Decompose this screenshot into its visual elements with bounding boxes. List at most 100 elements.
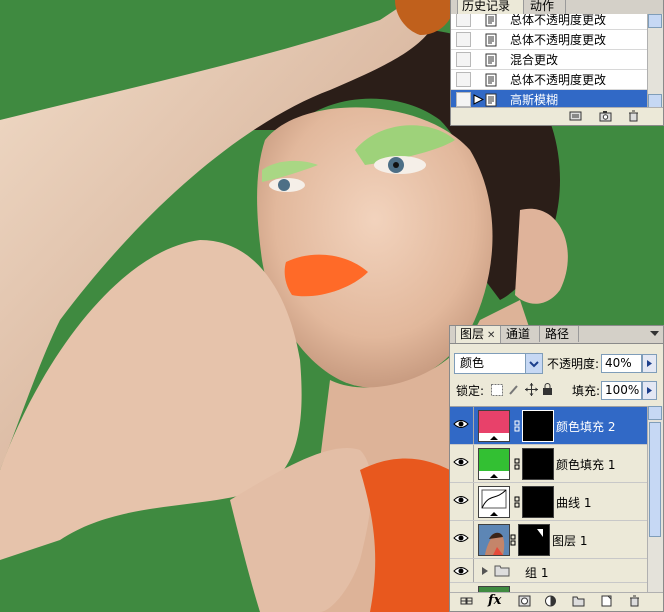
scroll-up-button[interactable] [648, 14, 662, 28]
link-icon[interactable] [514, 420, 520, 432]
blend-mode-select[interactable]: 颜色 [454, 353, 543, 374]
layer-color-thumbnail[interactable] [478, 410, 510, 442]
chevron-down-icon[interactable] [525, 354, 542, 373]
history-item[interactable]: 总体不透明度更改 [451, 14, 647, 30]
document-icon [485, 93, 497, 107]
tab-actions[interactable]: 动作 [526, 0, 566, 14]
layer-options: 颜色 不透明度: 40% 锁定: 填充: 100% [450, 344, 663, 404]
tab-layers[interactable]: 图层 ✕ [455, 326, 501, 343]
camera-icon[interactable] [599, 110, 612, 122]
document-icon [485, 14, 497, 27]
divider [473, 559, 474, 582]
opacity-label: 不透明度: [547, 357, 600, 371]
tab-history[interactable]: 历史记录✕ [457, 0, 524, 29]
scroll-up-button[interactable] [648, 406, 662, 420]
history-footer [451, 107, 663, 125]
tab-channels[interactable]: 通道 [502, 326, 540, 342]
add-mask-icon[interactable] [518, 595, 531, 607]
lock-label: 锁定: [456, 384, 485, 398]
history-item-label: 总体不透明度更改 [510, 14, 607, 27]
layer-row[interactable]: 图层 1 [450, 521, 648, 559]
image-layer-thumbnail[interactable] [478, 524, 510, 556]
eye-icon[interactable] [453, 564, 469, 578]
layer-row[interactable]: 颜色填充 1 [450, 445, 648, 483]
lock-position-icon[interactable] [525, 383, 538, 396]
opacity-slider-button[interactable] [642, 354, 657, 373]
divider [473, 521, 474, 558]
history-snapshot-checkbox[interactable] [456, 92, 471, 107]
fill-slider-button[interactable] [642, 381, 657, 400]
layer-mask-thumbnail[interactable] [522, 410, 554, 442]
layer-name: 颜色填充 1 [556, 458, 616, 472]
history-snapshot-checkbox[interactable] [456, 72, 471, 87]
lock-transparent-pixels-icon[interactable] [491, 384, 503, 396]
trash-icon[interactable] [627, 110, 640, 122]
layer-name: 曲线 1 [556, 496, 592, 510]
opacity-input[interactable]: 40% [601, 354, 642, 373]
layer-mask-thumbnail[interactable] [522, 448, 554, 480]
document-icon [485, 73, 497, 87]
tab-history-label: 历史记录 [462, 0, 511, 13]
eye-icon[interactable] [453, 493, 469, 507]
color-fill-swatch [479, 411, 509, 441]
layers-list: 颜色填充 2 颜色填充 1 曲线 1 图层 1 组 1 [450, 406, 648, 595]
scroll-down-button[interactable] [648, 94, 662, 108]
link-icon[interactable] [460, 595, 473, 607]
layer-mask-thumbnail[interactable] [518, 524, 550, 556]
lock-image-pixels-icon[interactable] [508, 384, 520, 396]
link-icon[interactable] [514, 496, 520, 508]
tab-layers-label: 图层 [460, 327, 485, 341]
scroll-thumb[interactable] [649, 422, 661, 537]
tab-paths[interactable]: 路径 [541, 326, 579, 342]
eye-icon[interactable] [453, 455, 469, 469]
swatch-color [479, 411, 509, 433]
blend-mode-value: 颜色 [460, 356, 485, 370]
trash-icon[interactable] [628, 595, 641, 607]
layer-color-thumbnail[interactable] [478, 448, 510, 480]
history-item[interactable]: 混合更改 [451, 50, 647, 70]
history-snapshot-checkbox[interactable] [456, 52, 471, 67]
curves-icon [481, 489, 507, 516]
curves-thumbnail[interactable] [478, 486, 510, 518]
layers-scrollbar[interactable] [647, 406, 663, 594]
divider [473, 407, 474, 444]
new-layer-icon[interactable] [600, 595, 613, 607]
history-snapshot-checkbox[interactable] [456, 32, 471, 47]
history-item[interactable]: 总体不透明度更改 [451, 70, 647, 90]
history-item-label: 总体不透明度更改 [510, 33, 607, 47]
new-document-from-state-icon[interactable] [569, 110, 582, 122]
group-row[interactable]: 组 1 [450, 559, 648, 583]
history-list: 总体不透明度更改 总体不透明度更改 混合更改 总体不透明度更改 高斯模糊 [451, 14, 647, 109]
tab-channels-label: 通道 [506, 327, 531, 341]
layer-row-selected[interactable]: 颜色填充 2 [450, 407, 648, 445]
divider [473, 445, 474, 482]
history-item[interactable]: 总体不透明度更改 [451, 30, 647, 50]
history-state-slider-icon[interactable] [473, 94, 484, 105]
fill-label: 填充: [572, 384, 601, 398]
lock-all-icon[interactable] [542, 383, 553, 396]
link-icon[interactable] [510, 534, 516, 546]
swatch-color [479, 449, 509, 471]
layer-mask-thumbnail[interactable] [522, 486, 554, 518]
fill-input[interactable]: 100% [601, 381, 642, 400]
new-group-icon[interactable] [572, 595, 585, 607]
expand-arrow-icon[interactable] [481, 566, 489, 576]
layers-panel: 图层 ✕ 通道 路径 颜色 不透明度: 40% 锁定: 填充: 100% 颜色填… [449, 325, 664, 612]
layer-name: 颜色填充 2 [556, 420, 616, 434]
close-icon[interactable]: ✕ [487, 330, 495, 341]
eye-icon[interactable] [453, 417, 469, 431]
history-panel: 历史记录✕ 动作 总体不透明度更改 总体不透明度更改 混合更改 总体不透明度更改 [450, 0, 664, 126]
fx-icon[interactable]: fx [488, 593, 501, 608]
panel-menu-icon[interactable] [649, 329, 660, 339]
link-icon[interactable] [514, 458, 520, 470]
color-fill-swatch [479, 449, 509, 479]
adjustment-layer-icon[interactable] [544, 595, 557, 607]
history-item-label: 混合更改 [510, 53, 559, 67]
history-item-label: 总体不透明度更改 [510, 73, 607, 87]
history-scrollbar[interactable] [647, 14, 663, 109]
history-snapshot-checkbox[interactable] [456, 14, 471, 27]
layers-panel-tabs: 图层 ✕ 通道 路径 [450, 326, 663, 344]
layer-name: 图层 1 [552, 534, 588, 548]
layer-row[interactable]: 曲线 1 [450, 483, 648, 521]
eye-icon[interactable] [453, 531, 469, 545]
